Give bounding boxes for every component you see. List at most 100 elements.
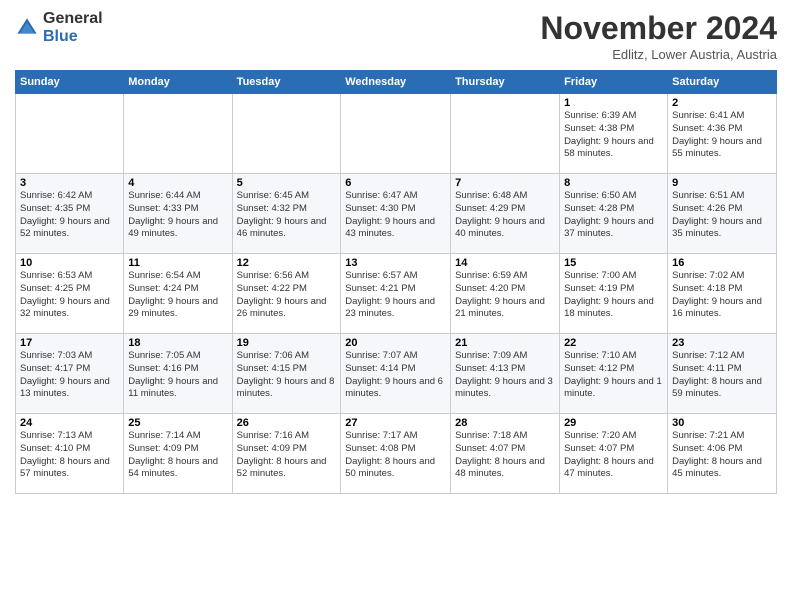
- day-cell: 1Sunrise: 6:39 AMSunset: 4:38 PMDaylight…: [560, 94, 668, 174]
- day-number: 24: [20, 417, 119, 429]
- week-row-5: 24Sunrise: 7:13 AMSunset: 4:10 PMDayligh…: [16, 414, 777, 494]
- week-row-1: 1Sunrise: 6:39 AMSunset: 4:38 PMDaylight…: [16, 94, 777, 174]
- day-info: Sunrise: 7:20 AMSunset: 4:07 PMDaylight:…: [564, 430, 663, 481]
- day-info: Sunrise: 6:44 AMSunset: 4:33 PMDaylight:…: [128, 190, 227, 241]
- day-cell: [124, 94, 232, 174]
- day-number: 19: [237, 337, 337, 349]
- calendar-body: 1Sunrise: 6:39 AMSunset: 4:38 PMDaylight…: [16, 94, 777, 494]
- weekday-header-friday: Friday: [560, 71, 668, 94]
- day-info: Sunrise: 6:39 AMSunset: 4:38 PMDaylight:…: [564, 110, 663, 161]
- day-number: 5: [237, 177, 337, 189]
- day-cell: 12Sunrise: 6:56 AMSunset: 4:22 PMDayligh…: [232, 254, 341, 334]
- day-cell: 18Sunrise: 7:05 AMSunset: 4:16 PMDayligh…: [124, 334, 232, 414]
- weekday-header-monday: Monday: [124, 71, 232, 94]
- day-cell: 11Sunrise: 6:54 AMSunset: 4:24 PMDayligh…: [124, 254, 232, 334]
- day-info: Sunrise: 6:47 AMSunset: 4:30 PMDaylight:…: [345, 190, 446, 241]
- logo-text: General Blue: [43, 10, 103, 46]
- day-number: 30: [672, 417, 772, 429]
- day-cell: 16Sunrise: 7:02 AMSunset: 4:18 PMDayligh…: [668, 254, 777, 334]
- day-info: Sunrise: 6:57 AMSunset: 4:21 PMDaylight:…: [345, 270, 446, 321]
- day-cell: [16, 94, 124, 174]
- day-number: 11: [128, 257, 227, 269]
- day-info: Sunrise: 6:50 AMSunset: 4:28 PMDaylight:…: [564, 190, 663, 241]
- day-number: 9: [672, 177, 772, 189]
- day-number: 16: [672, 257, 772, 269]
- day-number: 27: [345, 417, 446, 429]
- day-number: 18: [128, 337, 227, 349]
- day-info: Sunrise: 6:41 AMSunset: 4:36 PMDaylight:…: [672, 110, 772, 161]
- day-info: Sunrise: 7:14 AMSunset: 4:09 PMDaylight:…: [128, 430, 227, 481]
- day-info: Sunrise: 6:54 AMSunset: 4:24 PMDaylight:…: [128, 270, 227, 321]
- day-cell: [341, 94, 451, 174]
- weekday-header-saturday: Saturday: [668, 71, 777, 94]
- day-cell: [451, 94, 560, 174]
- day-number: 15: [564, 257, 663, 269]
- day-cell: 27Sunrise: 7:17 AMSunset: 4:08 PMDayligh…: [341, 414, 451, 494]
- day-cell: 3Sunrise: 6:42 AMSunset: 4:35 PMDaylight…: [16, 174, 124, 254]
- day-info: Sunrise: 7:13 AMSunset: 4:10 PMDaylight:…: [20, 430, 119, 481]
- day-number: 26: [237, 417, 337, 429]
- weekday-header-thursday: Thursday: [451, 71, 560, 94]
- day-cell: 13Sunrise: 6:57 AMSunset: 4:21 PMDayligh…: [341, 254, 451, 334]
- day-cell: 4Sunrise: 6:44 AMSunset: 4:33 PMDaylight…: [124, 174, 232, 254]
- day-cell: 7Sunrise: 6:48 AMSunset: 4:29 PMDaylight…: [451, 174, 560, 254]
- location: Edlitz, Lower Austria, Austria: [540, 47, 777, 62]
- day-info: Sunrise: 7:17 AMSunset: 4:08 PMDaylight:…: [345, 430, 446, 481]
- day-number: 10: [20, 257, 119, 269]
- day-info: Sunrise: 6:56 AMSunset: 4:22 PMDaylight:…: [237, 270, 337, 321]
- week-row-3: 10Sunrise: 6:53 AMSunset: 4:25 PMDayligh…: [16, 254, 777, 334]
- day-info: Sunrise: 7:05 AMSunset: 4:16 PMDaylight:…: [128, 350, 227, 401]
- day-cell: 20Sunrise: 7:07 AMSunset: 4:14 PMDayligh…: [341, 334, 451, 414]
- day-cell: 15Sunrise: 7:00 AMSunset: 4:19 PMDayligh…: [560, 254, 668, 334]
- day-cell: 29Sunrise: 7:20 AMSunset: 4:07 PMDayligh…: [560, 414, 668, 494]
- day-info: Sunrise: 6:45 AMSunset: 4:32 PMDaylight:…: [237, 190, 337, 241]
- day-cell: 25Sunrise: 7:14 AMSunset: 4:09 PMDayligh…: [124, 414, 232, 494]
- day-number: 25: [128, 417, 227, 429]
- day-number: 2: [672, 97, 772, 109]
- day-cell: [232, 94, 341, 174]
- calendar-table: SundayMondayTuesdayWednesdayThursdayFrid…: [15, 70, 777, 494]
- day-info: Sunrise: 7:16 AMSunset: 4:09 PMDaylight:…: [237, 430, 337, 481]
- day-cell: 10Sunrise: 6:53 AMSunset: 4:25 PMDayligh…: [16, 254, 124, 334]
- day-cell: 17Sunrise: 7:03 AMSunset: 4:17 PMDayligh…: [16, 334, 124, 414]
- day-number: 14: [455, 257, 555, 269]
- weekday-header-wednesday: Wednesday: [341, 71, 451, 94]
- day-cell: 30Sunrise: 7:21 AMSunset: 4:06 PMDayligh…: [668, 414, 777, 494]
- day-number: 13: [345, 257, 446, 269]
- day-number: 3: [20, 177, 119, 189]
- day-cell: 21Sunrise: 7:09 AMSunset: 4:13 PMDayligh…: [451, 334, 560, 414]
- day-number: 8: [564, 177, 663, 189]
- day-info: Sunrise: 7:00 AMSunset: 4:19 PMDaylight:…: [564, 270, 663, 321]
- day-number: 28: [455, 417, 555, 429]
- day-info: Sunrise: 6:53 AMSunset: 4:25 PMDaylight:…: [20, 270, 119, 321]
- day-cell: 19Sunrise: 7:06 AMSunset: 4:15 PMDayligh…: [232, 334, 341, 414]
- day-info: Sunrise: 6:42 AMSunset: 4:35 PMDaylight:…: [20, 190, 119, 241]
- weekday-header-tuesday: Tuesday: [232, 71, 341, 94]
- header: General Blue November 2024 Edlitz, Lower…: [15, 10, 777, 62]
- day-info: Sunrise: 7:09 AMSunset: 4:13 PMDaylight:…: [455, 350, 555, 401]
- week-row-2: 3Sunrise: 6:42 AMSunset: 4:35 PMDaylight…: [16, 174, 777, 254]
- page-container: General Blue November 2024 Edlitz, Lower…: [0, 0, 792, 499]
- day-cell: 8Sunrise: 6:50 AMSunset: 4:28 PMDaylight…: [560, 174, 668, 254]
- day-number: 17: [20, 337, 119, 349]
- day-info: Sunrise: 7:03 AMSunset: 4:17 PMDaylight:…: [20, 350, 119, 401]
- day-number: 29: [564, 417, 663, 429]
- weekday-header-row: SundayMondayTuesdayWednesdayThursdayFrid…: [16, 71, 777, 94]
- day-cell: 24Sunrise: 7:13 AMSunset: 4:10 PMDayligh…: [16, 414, 124, 494]
- day-cell: 6Sunrise: 6:47 AMSunset: 4:30 PMDaylight…: [341, 174, 451, 254]
- month-title: November 2024: [540, 10, 777, 47]
- day-cell: 2Sunrise: 6:41 AMSunset: 4:36 PMDaylight…: [668, 94, 777, 174]
- weekday-header-sunday: Sunday: [16, 71, 124, 94]
- day-number: 4: [128, 177, 227, 189]
- day-cell: 23Sunrise: 7:12 AMSunset: 4:11 PMDayligh…: [668, 334, 777, 414]
- day-info: Sunrise: 7:07 AMSunset: 4:14 PMDaylight:…: [345, 350, 446, 401]
- day-cell: 26Sunrise: 7:16 AMSunset: 4:09 PMDayligh…: [232, 414, 341, 494]
- day-number: 23: [672, 337, 772, 349]
- day-number: 6: [345, 177, 446, 189]
- day-info: Sunrise: 6:51 AMSunset: 4:26 PMDaylight:…: [672, 190, 772, 241]
- day-info: Sunrise: 7:21 AMSunset: 4:06 PMDaylight:…: [672, 430, 772, 481]
- day-info: Sunrise: 7:12 AMSunset: 4:11 PMDaylight:…: [672, 350, 772, 401]
- day-info: Sunrise: 7:02 AMSunset: 4:18 PMDaylight:…: [672, 270, 772, 321]
- day-cell: 5Sunrise: 6:45 AMSunset: 4:32 PMDaylight…: [232, 174, 341, 254]
- logo: General Blue: [15, 10, 103, 46]
